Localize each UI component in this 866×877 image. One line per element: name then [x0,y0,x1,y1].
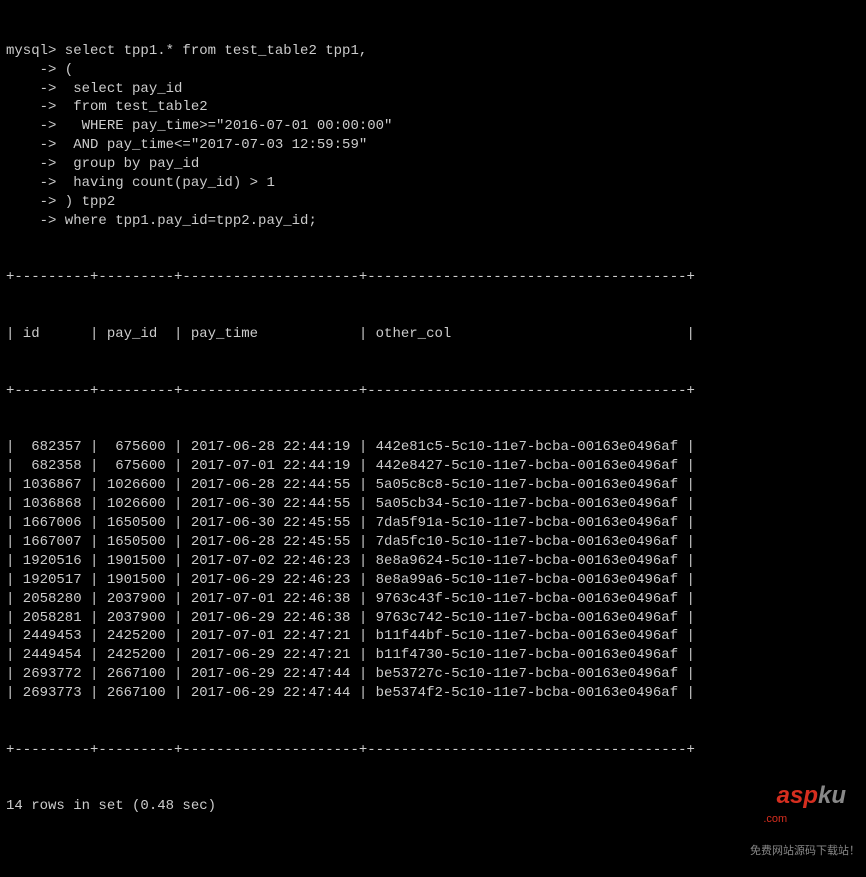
site-watermark: aspku .com 免费网站源码下载站！ [737,748,860,869]
table-border-top: +---------+---------+-------------------… [6,268,860,287]
table-header-row: | id | pay_id | pay_time | other_col | [6,325,860,344]
table-border-mid: +---------+---------+-------------------… [6,382,860,401]
mysql-terminal[interactable]: mysql> select tpp1.* from test_table2 tp… [0,0,866,877]
table-border-bottom: +---------+---------+-------------------… [6,741,860,760]
brand-part-red: asp [777,782,818,809]
query-block: mysql> select tpp1.* from test_table2 tp… [6,42,860,231]
brand-logo: aspku [737,782,846,833]
brand-tagline: 免费网站源码下载站！ [750,845,860,857]
result-summary: 14 rows in set (0.48 sec) [6,797,860,816]
brand-dotcom: .com [763,813,787,825]
brand-part-gray: ku [818,782,846,809]
table-body: | 682357 | 675600 | 2017-06-28 22:44:19 … [6,438,860,702]
